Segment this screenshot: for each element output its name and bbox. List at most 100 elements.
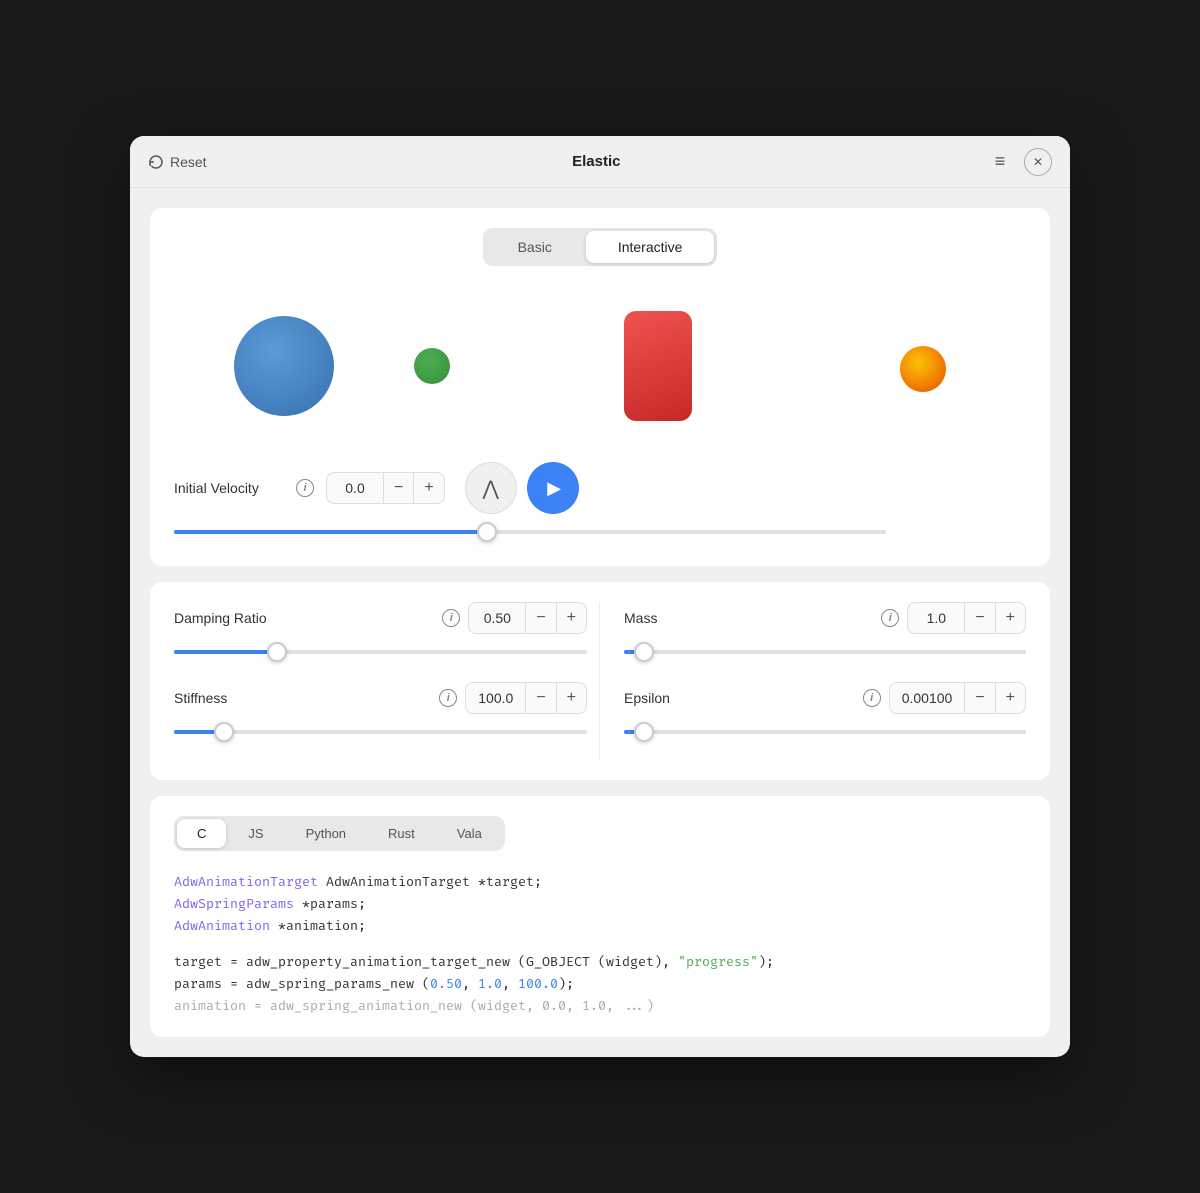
window-title: Elastic xyxy=(572,153,620,170)
stiffness-label: Stiffness xyxy=(174,690,431,706)
epsilon-thumb[interactable] xyxy=(634,722,654,742)
velocity-increment[interactable]: + xyxy=(413,473,443,503)
titlebar: Reset Elastic ≡ ✕ xyxy=(130,136,1070,188)
wave-button[interactable]: ⋀ xyxy=(465,462,517,514)
tab-interactive[interactable]: Interactive xyxy=(586,231,715,263)
damping-track xyxy=(174,650,587,654)
mass-header: Mass i 1.0 − + xyxy=(624,602,1026,634)
wave-icon: ⋀ xyxy=(482,476,498,501)
main-content: Basic Interactive Initial Velocity i 0.0 xyxy=(130,188,1070,1057)
damping-ratio-row: Damping Ratio i 0.50 − + xyxy=(174,602,587,662)
params-card: Damping Ratio i 0.50 − + xyxy=(150,582,1050,780)
stiffness-info-icon[interactable]: i xyxy=(439,689,457,707)
epsilon-header: Epsilon i 0.00100 − + xyxy=(624,682,1026,714)
velocity-number-control: 0.0 − + xyxy=(326,472,445,504)
damping-header: Damping Ratio i 0.50 − + xyxy=(174,602,587,634)
code-tab-rust[interactable]: Rust xyxy=(368,819,435,848)
velocity-slider[interactable] xyxy=(174,522,886,542)
code-tabs: C JS Python Rust Vala xyxy=(174,816,505,851)
play-button[interactable]: ▶ xyxy=(527,462,579,514)
menu-button[interactable]: ≡ xyxy=(986,148,1014,176)
ball-green xyxy=(414,348,450,384)
epsilon-label: Epsilon xyxy=(624,690,855,706)
damping-fill xyxy=(174,650,277,654)
code-empty-line xyxy=(174,938,1026,951)
velocity-label: Initial Velocity xyxy=(174,480,284,496)
mass-value: 1.0 xyxy=(908,604,964,632)
tab-container: Basic Interactive xyxy=(483,228,718,266)
rect-red xyxy=(624,311,692,421)
epsilon-increment[interactable]: + xyxy=(995,683,1025,713)
mass-slider[interactable] xyxy=(624,642,1026,662)
epsilon-row: Epsilon i 0.00100 − + xyxy=(624,682,1026,742)
code-line-5: target = adw_property_animation_target_n… xyxy=(174,951,1026,973)
stiffness-slider[interactable] xyxy=(174,722,587,742)
tab-basic[interactable]: Basic xyxy=(486,231,584,263)
params-right-col: Mass i 1.0 − + xyxy=(600,602,1026,760)
mass-number-control: 1.0 − + xyxy=(907,602,1026,634)
stiffness-number-control: 100.0 − + xyxy=(465,682,587,714)
stiffness-header: Stiffness i 100.0 − + xyxy=(174,682,587,714)
mass-decrement[interactable]: − xyxy=(964,603,994,633)
velocity-fill xyxy=(174,530,487,534)
velocity-info-icon[interactable]: i xyxy=(296,479,314,497)
epsilon-value: 0.00100 xyxy=(890,684,965,712)
mass-row: Mass i 1.0 − + xyxy=(624,602,1026,662)
ball-yellow xyxy=(900,346,946,392)
velocity-decrement[interactable]: − xyxy=(383,473,413,503)
main-window: Reset Elastic ≡ ✕ Basic Interactive xyxy=(130,136,1070,1057)
reset-icon xyxy=(148,154,164,170)
titlebar-actions: ≡ ✕ xyxy=(986,148,1052,176)
play-icon: ▶ xyxy=(547,478,561,499)
params-left-col: Damping Ratio i 0.50 − + xyxy=(174,602,600,760)
reset-button[interactable]: Reset xyxy=(148,154,207,170)
damping-number-control: 0.50 − + xyxy=(468,602,587,634)
code-tab-c[interactable]: C xyxy=(177,819,226,848)
playback-buttons: ⋀ ▶ xyxy=(465,462,579,514)
code-tab-vala[interactable]: Vala xyxy=(437,819,502,848)
stiffness-thumb[interactable] xyxy=(214,722,234,742)
code-block: AdwAnimationTarget AdwAnimationTarget *t… xyxy=(174,871,1026,1017)
damping-info-icon[interactable]: i xyxy=(442,609,460,627)
close-button[interactable]: ✕ xyxy=(1024,148,1052,176)
mass-increment[interactable]: + xyxy=(995,603,1025,633)
menu-icon: ≡ xyxy=(995,151,1006,172)
velocity-slider-row xyxy=(174,514,1026,542)
velocity-track xyxy=(174,530,886,534)
code-line-3: AdwAnimation *animation; xyxy=(174,915,1026,937)
stiffness-track xyxy=(174,730,587,734)
mass-info-icon[interactable]: i xyxy=(881,609,899,627)
code-line-1: AdwAnimationTarget AdwAnimationTarget *t… xyxy=(174,871,1026,893)
damping-thumb[interactable] xyxy=(267,642,287,662)
epsilon-decrement[interactable]: − xyxy=(964,683,994,713)
epsilon-number-control: 0.00100 − + xyxy=(889,682,1026,714)
close-icon: ✕ xyxy=(1033,155,1043,169)
stiffness-row: Stiffness i 100.0 − + xyxy=(174,682,587,742)
stiffness-value: 100.0 xyxy=(466,684,525,712)
code-tab-python[interactable]: Python xyxy=(286,819,366,848)
animation-area xyxy=(174,286,1026,446)
code-line-7: animation = adw_spring_animation_new (wi… xyxy=(174,995,1026,1017)
ball-blue xyxy=(234,316,334,416)
velocity-thumb[interactable] xyxy=(477,522,497,542)
epsilon-info-icon[interactable]: i xyxy=(863,689,881,707)
view-tabs: Basic Interactive xyxy=(174,228,1026,266)
mass-label: Mass xyxy=(624,610,873,626)
code-tab-js[interactable]: JS xyxy=(228,819,283,848)
epsilon-track xyxy=(624,730,1026,734)
preview-card: Basic Interactive Initial Velocity i 0.0 xyxy=(150,208,1050,566)
stiffness-decrement[interactable]: − xyxy=(525,683,555,713)
velocity-value: 0.0 xyxy=(327,474,383,502)
code-line-2: AdwSpringParams *params; xyxy=(174,893,1026,915)
damping-decrement[interactable]: − xyxy=(525,603,555,633)
stiffness-increment[interactable]: + xyxy=(556,683,586,713)
damping-slider[interactable] xyxy=(174,642,587,662)
code-card: C JS Python Rust Vala AdwAnimationTarget… xyxy=(150,796,1050,1037)
epsilon-slider[interactable] xyxy=(624,722,1026,742)
damping-label: Damping Ratio xyxy=(174,610,434,626)
mass-thumb[interactable] xyxy=(634,642,654,662)
damping-increment[interactable]: + xyxy=(556,603,586,633)
mass-track xyxy=(624,650,1026,654)
code-line-6: params = adw_spring_params_new (0.50, 1.… xyxy=(174,973,1026,995)
damping-value: 0.50 xyxy=(469,604,525,632)
